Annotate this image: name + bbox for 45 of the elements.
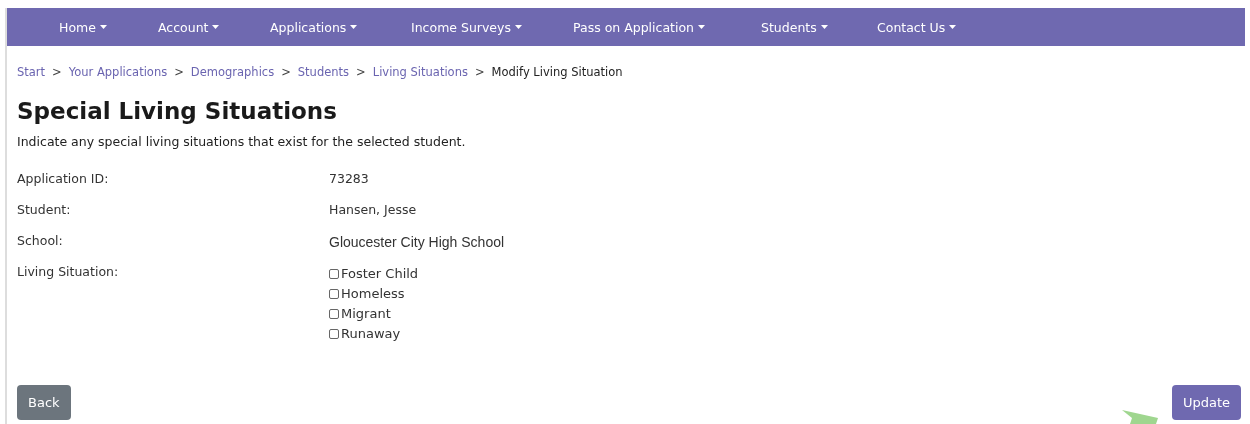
nav-menu-item[interactable]: Pass on Application bbox=[557, 19, 742, 35]
breadcrumb-link[interactable]: Demographics bbox=[190, 65, 275, 79]
field-label: Living Situation: bbox=[17, 264, 119, 279]
checkbox-option[interactable]: Homeless bbox=[329, 286, 1241, 301]
field-value: Gloucester City High School bbox=[329, 234, 505, 250]
checkbox[interactable] bbox=[329, 308, 339, 319]
nav-menu-item[interactable]: Account bbox=[142, 19, 251, 35]
checkbox-option[interactable]: Runaway bbox=[329, 326, 1241, 341]
breadcrumb-link[interactable]: Students bbox=[297, 65, 350, 79]
update-button[interactable]: Update bbox=[1171, 385, 1241, 420]
page-description: Indicate any special living situations that exist for the selected student. bbox=[17, 134, 467, 149]
field-value: Hansen, Jesse bbox=[329, 202, 417, 217]
field-label: Application ID: bbox=[17, 171, 109, 186]
checkbox[interactable] bbox=[329, 268, 339, 279]
breadcrumb-separator: > bbox=[52, 65, 62, 79]
caret-icon bbox=[99, 25, 107, 29]
caret-icon bbox=[949, 25, 957, 29]
breadcrumb-current: Modify Living Situation bbox=[491, 65, 623, 79]
breadcrumb-separator: > bbox=[356, 65, 366, 79]
breadcrumb-separator: > bbox=[174, 65, 184, 79]
checkbox-option[interactable]: Migrant bbox=[329, 306, 1241, 321]
nav-menu-item[interactable]: Contact Us bbox=[861, 19, 973, 35]
field-label: School: bbox=[17, 233, 63, 248]
back-button[interactable]: Back bbox=[17, 385, 71, 420]
caret-icon bbox=[514, 25, 522, 29]
breadcrumb-link[interactable]: Your Applications bbox=[68, 65, 168, 79]
caret-icon bbox=[212, 25, 220, 29]
checkbox-option[interactable]: Foster Child bbox=[329, 266, 1241, 281]
breadcrumb-link[interactable]: Start bbox=[17, 65, 46, 79]
nav-menu-item[interactable]: Income Surveys bbox=[395, 19, 554, 35]
checkbox[interactable] bbox=[329, 328, 339, 339]
checkbox[interactable] bbox=[329, 288, 339, 299]
field-value: 73283 bbox=[329, 171, 369, 186]
field-label: Student: bbox=[17, 202, 71, 217]
breadcrumb-separator: > bbox=[281, 65, 291, 79]
breadcrumb-link[interactable]: Living Situations bbox=[372, 65, 468, 79]
caret-icon bbox=[698, 25, 706, 29]
nav-menu-item[interactable]: Students bbox=[745, 19, 858, 35]
nav-menu-item[interactable]: Applications bbox=[254, 19, 392, 35]
page-title: Special Living Situations bbox=[17, 98, 338, 124]
nav-menu-item[interactable]: Home bbox=[43, 19, 139, 35]
breadcrumb-separator: > bbox=[474, 65, 485, 79]
caret-icon bbox=[350, 25, 358, 29]
caret-icon bbox=[820, 25, 828, 29]
pointer-arrow-icon bbox=[1122, 410, 1158, 424]
